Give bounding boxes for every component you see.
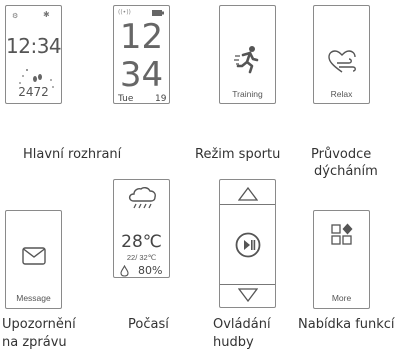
clock-date: 19	[155, 94, 167, 104]
weather-humidity: 80%	[138, 264, 163, 277]
music-caption-line1: Ovládání	[213, 317, 271, 332]
more-functions-caption: Nabídka funkcí	[298, 317, 395, 332]
weather-range: 22/ 32℃	[126, 253, 157, 262]
heart-breath-icon	[328, 50, 356, 73]
weather-temperature: 28℃	[121, 232, 162, 252]
signal-icon: ((•))	[118, 9, 131, 16]
music-caption-line2: hudby	[213, 335, 254, 350]
clock-face-tile[interactable]: ((•)) 12 34 Tue 19	[113, 5, 170, 104]
sport-mode-caption: Režim sportu	[195, 147, 281, 162]
droplet-icon	[120, 265, 129, 277]
message-caption-line1: Upozornění	[2, 317, 76, 332]
main-interface-tile[interactable]: ⚙ ✱ 12:34 2472	[5, 5, 62, 104]
bluetooth-icon: ✱	[43, 10, 50, 19]
down-triangle-icon[interactable]	[238, 288, 258, 302]
main-interface-caption: Hlavní rozhraní	[23, 147, 122, 162]
more-label: More	[331, 293, 352, 303]
battery-icon	[152, 10, 164, 16]
step-count: 2472	[18, 85, 49, 99]
apps-grid-icon	[331, 223, 353, 245]
weather-tile[interactable]: 28℃ 22/ 32℃ 80%	[113, 179, 170, 278]
message-label: Message	[16, 293, 51, 303]
play-pause-icon[interactable]	[235, 232, 261, 258]
runner-icon	[234, 46, 259, 74]
message-caption-line2: na zprávu	[2, 335, 67, 350]
message-tile[interactable]: Message	[5, 210, 62, 309]
clock-day: Tue	[118, 94, 134, 104]
clock-minute: 34	[119, 55, 164, 95]
weather-caption: Počasí	[128, 317, 169, 332]
sport-mode-tile[interactable]: Training	[219, 5, 276, 104]
relax-tile[interactable]: Relax	[313, 5, 370, 104]
training-label: Training	[232, 89, 263, 99]
more-functions-tile[interactable]: More	[313, 210, 370, 309]
relax-caption-line1: Průvodce	[311, 147, 372, 162]
main-time: 12:34	[6, 34, 62, 58]
clock-hour: 12	[119, 17, 164, 57]
envelope-icon	[22, 247, 46, 265]
up-triangle-icon[interactable]	[238, 187, 258, 201]
music-control-tile[interactable]	[219, 179, 276, 308]
relax-label: Relax	[330, 89, 353, 99]
relax-caption-line2: dýcháním	[314, 164, 378, 179]
rain-cloud-icon	[128, 186, 156, 209]
gear-icon: ⚙	[12, 12, 19, 20]
